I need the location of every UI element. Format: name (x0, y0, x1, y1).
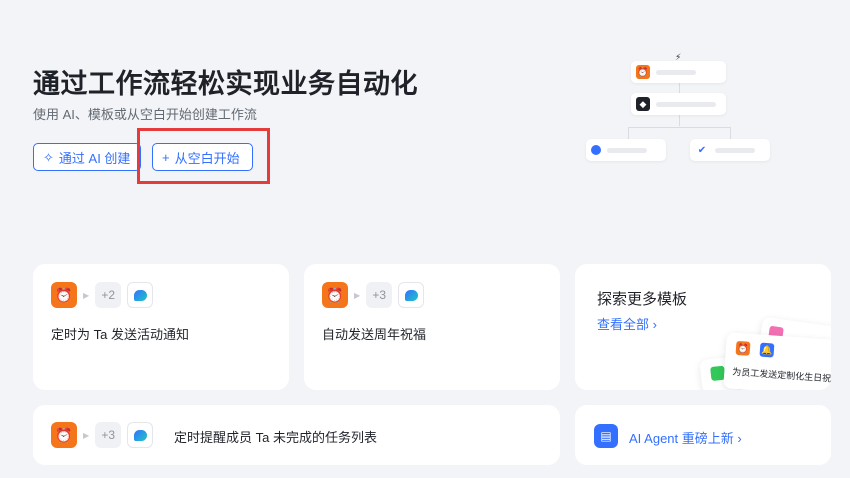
arrow-icon: ▶ (83, 430, 90, 440)
more-count-badge: +3 (95, 422, 122, 448)
alarm-icon: ⏰ (51, 282, 77, 308)
template-title: 自动发送周年祝福 (322, 327, 427, 342)
illus-node-branch-right: ✔ (690, 139, 770, 161)
more-count-badge: +3 (366, 282, 393, 308)
page-title: 通过工作流轻松实现业务自动化 (33, 69, 418, 99)
ai-agent-link[interactable]: AI Agent 重磅上新 › (629, 428, 742, 447)
page-subtitle: 使用 AI、模板或从空白开始创建工作流 (33, 107, 257, 122)
alarm-icon: ⏰ (735, 340, 751, 356)
preview-card-front: ⏰ 🔔 为员工发送定制化生日祝福 (723, 332, 831, 390)
message-icon (127, 282, 154, 308)
template-title: 定时提醒成员 Ta 未完成的任务列表 (174, 430, 377, 445)
template-card-task-reminder[interactable]: ⏰ ▶ +3 定时提醒成员 Ta 未完成的任务列表 (33, 405, 560, 465)
explore-templates-card[interactable]: 探索更多模板 查看全部 › ⏰ 🔔 为员工发送定制化生日祝福 (575, 264, 831, 390)
ai-agent-card[interactable]: ▤ AI Agent 重磅上新 › (575, 405, 831, 465)
arrow-icon: ▶ (354, 290, 361, 300)
illus-node-action: ◆ (631, 93, 726, 115)
template-card-anniversary[interactable]: ⏰ ▶ +3 自动发送周年祝福 (304, 264, 560, 390)
alarm-icon: ⏰ (636, 65, 650, 79)
card-icons: ⏰ ▶ +3 (322, 282, 425, 308)
card-icons: ⏰ ▶ +2 (51, 282, 154, 308)
alarm-icon: ⏰ (51, 422, 77, 448)
message-icon (398, 282, 425, 308)
workflow-illustration: ⚡ ⏰ ◆ ✔ (580, 48, 780, 168)
arrow-icon: ▶ (83, 290, 90, 300)
template-card-activity-notice[interactable]: ⏰ ▶ +2 定时为 Ta 发送活动通知 (33, 264, 289, 390)
preview-card-text: 为员工发送定制化生日祝福 (731, 366, 831, 385)
check-icon: ✔ (695, 143, 709, 157)
template-title: 定时为 Ta 发送活动通知 (51, 327, 189, 342)
highlight-box (137, 128, 270, 184)
illus-node-trigger: ⏰ (631, 61, 726, 83)
message-icon (127, 422, 154, 448)
message-icon (591, 145, 601, 155)
create-with-ai-button[interactable]: ✧ 通过 AI 创建 (33, 143, 141, 171)
view-all-link[interactable]: 查看全部 › (597, 314, 657, 333)
illus-node-branch-left (586, 139, 666, 161)
bell-icon: 🔔 (759, 342, 775, 358)
card-icons: ⏰ ▶ +3 (51, 422, 154, 448)
explore-title: 探索更多模板 (597, 291, 688, 308)
create-with-ai-label: 通过 AI 创建 (58, 150, 131, 166)
action-icon: ◆ (636, 97, 650, 111)
alarm-icon: ⏰ (322, 282, 348, 308)
document-icon: ▤ (594, 424, 618, 448)
sparkle-icon: ✧ (43, 149, 54, 165)
more-count-badge: +2 (95, 282, 122, 308)
